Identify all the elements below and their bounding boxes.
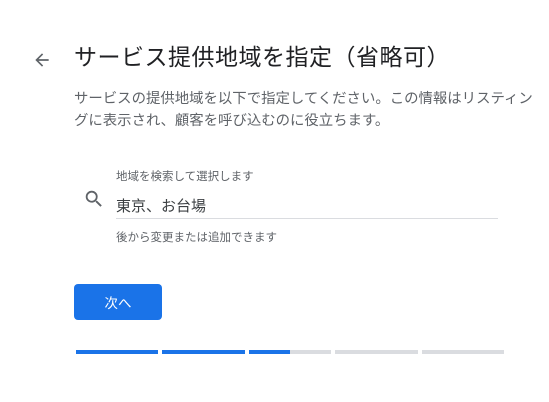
progress-segment-5 <box>421 350 505 354</box>
next-button[interactable]: 次へ <box>74 284 162 320</box>
page-title: サービス提供地域を指定（省略可） <box>74 45 450 71</box>
search-field-label: 地域を検索して選択します <box>116 169 254 183</box>
progress-segment-2 <box>162 350 245 354</box>
progress-bar <box>76 350 505 354</box>
progress-segment-3 <box>248 350 332 354</box>
progress-segment-1 <box>76 350 159 354</box>
arrow-left-icon <box>35 53 49 67</box>
progress-segment-4 <box>335 350 418 354</box>
page-description: サービスの提供地域を以下で指定してください。この情報はリスティングに表示され、顧… <box>74 91 533 129</box>
progress-segment-fill <box>248 350 291 354</box>
progress-segment-fill <box>162 350 245 354</box>
search-input[interactable] <box>116 193 498 219</box>
search-helper-text: 後から変更または追加できます <box>116 230 277 244</box>
back-button[interactable] <box>30 48 54 72</box>
search-icon <box>83 188 105 210</box>
service-area-page: サービス提供地域を指定（省略可） サービスの提供地域を以下で指定してください。こ… <box>0 0 549 402</box>
progress-segment-fill <box>76 350 159 354</box>
